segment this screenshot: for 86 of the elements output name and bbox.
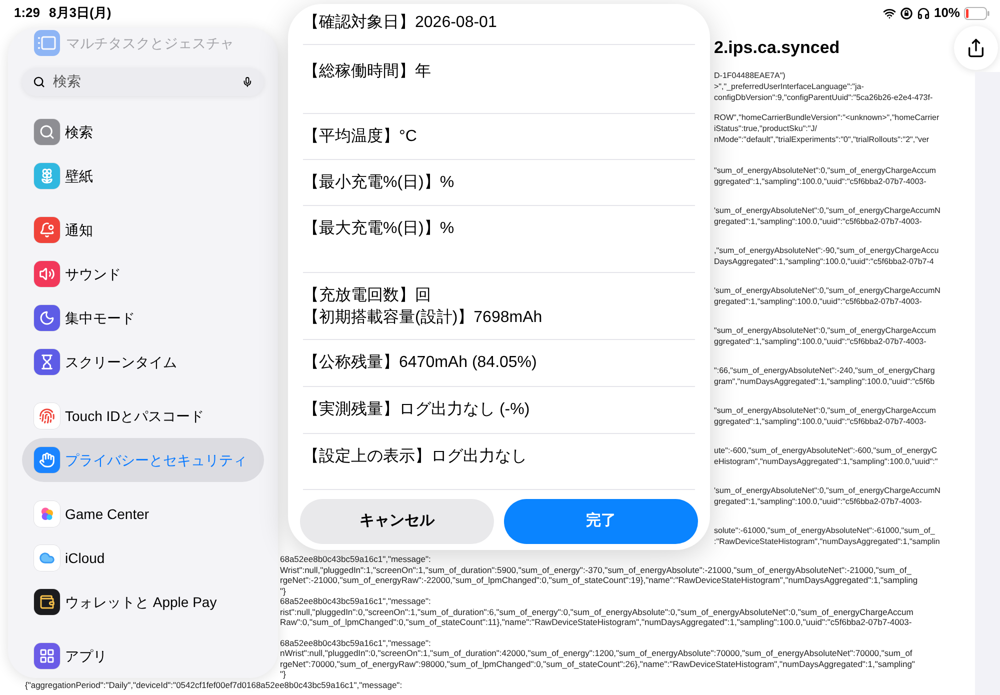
battery-icon — [964, 6, 990, 20]
log-line: "} — [280, 586, 287, 596]
moon-icon — [39, 310, 55, 326]
status-date: 8月3日(月) — [49, 4, 112, 22]
log-line: {"aggregationPeriod":"Daily","deviceId":"0542cf1fef00ef7d0168a52ee8b0c43bc59a16c1","message": — [24, 680, 404, 690]
sidebar-item[interactable]: アプリ — [22, 634, 264, 678]
log-line: gregated":1,"sampling":100.0,"uuid":"c5f6bba2-07b7-4003- — [714, 296, 923, 307]
log-line: :"RawDeviceStateHistogram","numDaysAggregated":1,"samplin — [714, 536, 941, 547]
log-line: Wrist":null,"pluggedIn":1,"screenOn":1,"sum_of_duration":5900,"sum_of_energy":-370,"sum_of_energyAbsolute":-21000,"sum_of_energyAbsoluteNet":-21000,"sum_of_ — [280, 564, 912, 575]
info-line: 【総稼働時間】年 — [303, 62, 432, 82]
headphones-icon — [916, 6, 930, 20]
sidebar-item[interactable]: Touch IDとパスコード — [22, 394, 264, 438]
sidebar-item[interactable]: 検索 — [22, 110, 264, 154]
sidebar-item[interactable]: iCloud — [22, 536, 264, 580]
done-button[interactable]: 完了 — [504, 499, 698, 544]
share-button[interactable] — [954, 26, 998, 70]
log-line: configDbVersion":9,"configParentUuid":"5ca26b26-e2e4-473f- — [714, 92, 934, 103]
log-line: ggregated":1,"sampling":100.0,"uuid":"c5f6bba2-07b7-4003- — [714, 176, 928, 187]
info-line: 【最大充電%(日)】% — [303, 218, 456, 239]
cloud-icon — [39, 550, 55, 566]
log-line: Raw":0,"sum_of_lpmChanged":0,"sum_of_stateCount":11},"name":"RawDeviceStateHistogram","numDaysAggregated":1,"sampling":100.0,"uuid":"c5f6bba2-07b7-4003- — [280, 617, 913, 628]
log-line: rist":null,"pluggedIn":0,"screenOn":1,"sum_of_duration":6,"sum_of_energy":0,"sum_of_energyAbsolute":0,"sum_of_energyAbsoluteNet":0,"sum_of_energyChargeAccum — [280, 606, 914, 617]
hand-icon — [39, 452, 55, 468]
battery-percent: 10% — [934, 4, 960, 22]
info-line: 【初期搭載容量(設計)】7698mAh — [303, 308, 544, 328]
log-line: "sum_of_energyAbsoluteNet":0,"sum_of_energyChargeAccum — [714, 405, 937, 416]
sidebar-item[interactable]: 壁紙 — [22, 154, 264, 198]
info-line: 【公称残量】6470mAh (84.05%) — [303, 352, 538, 373]
log-line: "sum_of_energyAbsoluteNet":0,"sum_of_energyChargeAccum — [714, 165, 937, 176]
log-line: nWrist":null,"pluggedIn":0,"screenOn":1,"sum_of_duration":42000,"sum_of_energy":1200,"sum_of_energyAbsolute":70000,"sum_of_energyAbsoluteNet":70000,"sum_of — [280, 648, 914, 658]
sidebar-item[interactable]: サウンド — [22, 252, 264, 296]
search-bar[interactable]: 検索 — [22, 68, 264, 96]
log-line: gregated":1,"sampling":100.0,"uuid":"c5f6bba2-07b7-4003- — [714, 496, 923, 507]
log-line: ":66,"sum_of_energyAbsoluteNet":-240,"sum_of_energyCharg — [714, 365, 936, 376]
speaker-icon — [39, 266, 55, 282]
log-line: solute":-61000,"sum_of_energyAbsoluteNet":-61000,"sum_of_ — [714, 525, 936, 536]
log-line: >","_preferredUserInterfaceLanguage":"ja- — [714, 81, 865, 92]
log-line: ROW","homeCarrierBundleVersion":"<unknown>","homeCarrier — [714, 112, 940, 123]
search-field[interactable]: 検索 — [53, 71, 234, 92]
sidebar-item[interactable]: スクリーンタイム — [22, 340, 264, 384]
log-line: eHistogram","numDaysAggregated":1,"sampling":100.0,"uuid":" — [714, 456, 939, 467]
log-line: 'sum_of_energyAbsoluteNet":0,"sum_of_energyChargeAccumN — [714, 205, 942, 216]
log-line: ggregated":1,"sampling":100.0,"uuid":"c5f6bba2-07b7-4003- — [714, 336, 928, 347]
log-line: gram","numDaysAggregated":1,"sampling":100.0,"uuid":"c5f6b — [714, 376, 936, 387]
log-line: "sum_of_energyAbsoluteNet":0,"sum_of_energyChargeAccum — [714, 325, 937, 336]
multitask-icon — [34, 30, 60, 56]
log-line: "} — [280, 669, 287, 680]
log-line: ,"sum_of_energyAbsoluteNet":-90,"sum_of_energyChargeAccu — [714, 245, 940, 256]
fingerprint-icon — [39, 408, 55, 424]
info-line: 【平均温度】°C — [303, 126, 418, 147]
log-line: 'sum_of_energyAbsoluteNet":0,"sum_of_energyChargeAccumN — [714, 285, 942, 296]
flower-icon — [39, 168, 55, 184]
wallet-icon — [39, 594, 55, 610]
log-line: rgeNet":70000,"sum_of_energyRaw":98000,"sum_of_lpmChanged":0,"sum_of_stateCount":26},"name":"RawDeviceStateHistogram","numDaysAggregated":1,"sampling" — [280, 658, 916, 669]
wifi-icon — [882, 6, 896, 20]
log-line: ute":-600,"sum_of_energyAbsoluteNet":-600,"sum_of_energyC — [714, 445, 938, 456]
log-line: nMode":"default","trialExperiments":"0","trialRollouts":"2","ver — [714, 134, 930, 145]
sidebar-item[interactable]: ウォレットと Apple Pay — [22, 580, 264, 624]
info-line: 【設定上の表示】ログ出力なし — [303, 446, 528, 467]
sidebar-item[interactable]: Game Center — [22, 492, 264, 536]
cancel-button[interactable]: キャンセル — [300, 499, 494, 544]
bell-icon — [39, 222, 55, 238]
hourglass-icon — [39, 354, 55, 370]
log-line: 68a52ee8b0c43bc59a16c1","message": — [280, 596, 432, 606]
info-line: 【充放電回数】回 — [303, 286, 432, 306]
info-line: 【最小充電%(日)】% — [303, 172, 456, 193]
log-line: gregated":1,"sampling":100.0,"uuid":"c5f6bba2-07b7-4003- — [714, 216, 923, 227]
status-time: 1:29 — [14, 4, 40, 22]
log-line: 'sum_of_energyAbsoluteNet":0,"sum_of_energyChargeAccumN — [714, 485, 942, 496]
log-line: ggregated":1,"sampling":100.0,"uuid":"c5f6bba2-07b7-4003- — [714, 416, 928, 427]
sidebar-item[interactable]: 集中モード — [22, 296, 264, 340]
document-title: 2.ips.ca.synced — [714, 37, 840, 60]
log-line: iStatus":true,"productSku":"J/ — [714, 123, 818, 134]
sidebar-item[interactable]: 通知 — [22, 208, 264, 252]
log-line: 68a52ee8b0c43bc59a16c1","message": — [280, 638, 432, 648]
app-grid-icon — [39, 648, 55, 664]
share-icon — [966, 38, 986, 58]
rotation-lock-icon — [900, 6, 913, 20]
info-line: 【実測残量】ログ出力なし (-%) — [303, 400, 531, 420]
log-line: rgeNet":-21000,"sum_of_energyRaw":-22000,"sum_of_lpmChanged":0,"sum_of_stateCount":19},"name":"RawDeviceStateHistogram","numDaysAggregated":1,"sampling — [280, 575, 919, 586]
log-line: 68a52ee8b0c43bc59a16c1","message": — [280, 554, 432, 564]
log-line: DaysAggregated":1,"sampling":100.0,"uuid":"c5f6bba2-07b7-4 — [714, 256, 935, 267]
info-line: 【確認対象日】2026-08-01 — [303, 12, 498, 33]
search-icon — [39, 124, 55, 140]
log-line: D-1F04488EAE7A") — [714, 70, 786, 81]
bubbles-icon — [39, 506, 55, 522]
